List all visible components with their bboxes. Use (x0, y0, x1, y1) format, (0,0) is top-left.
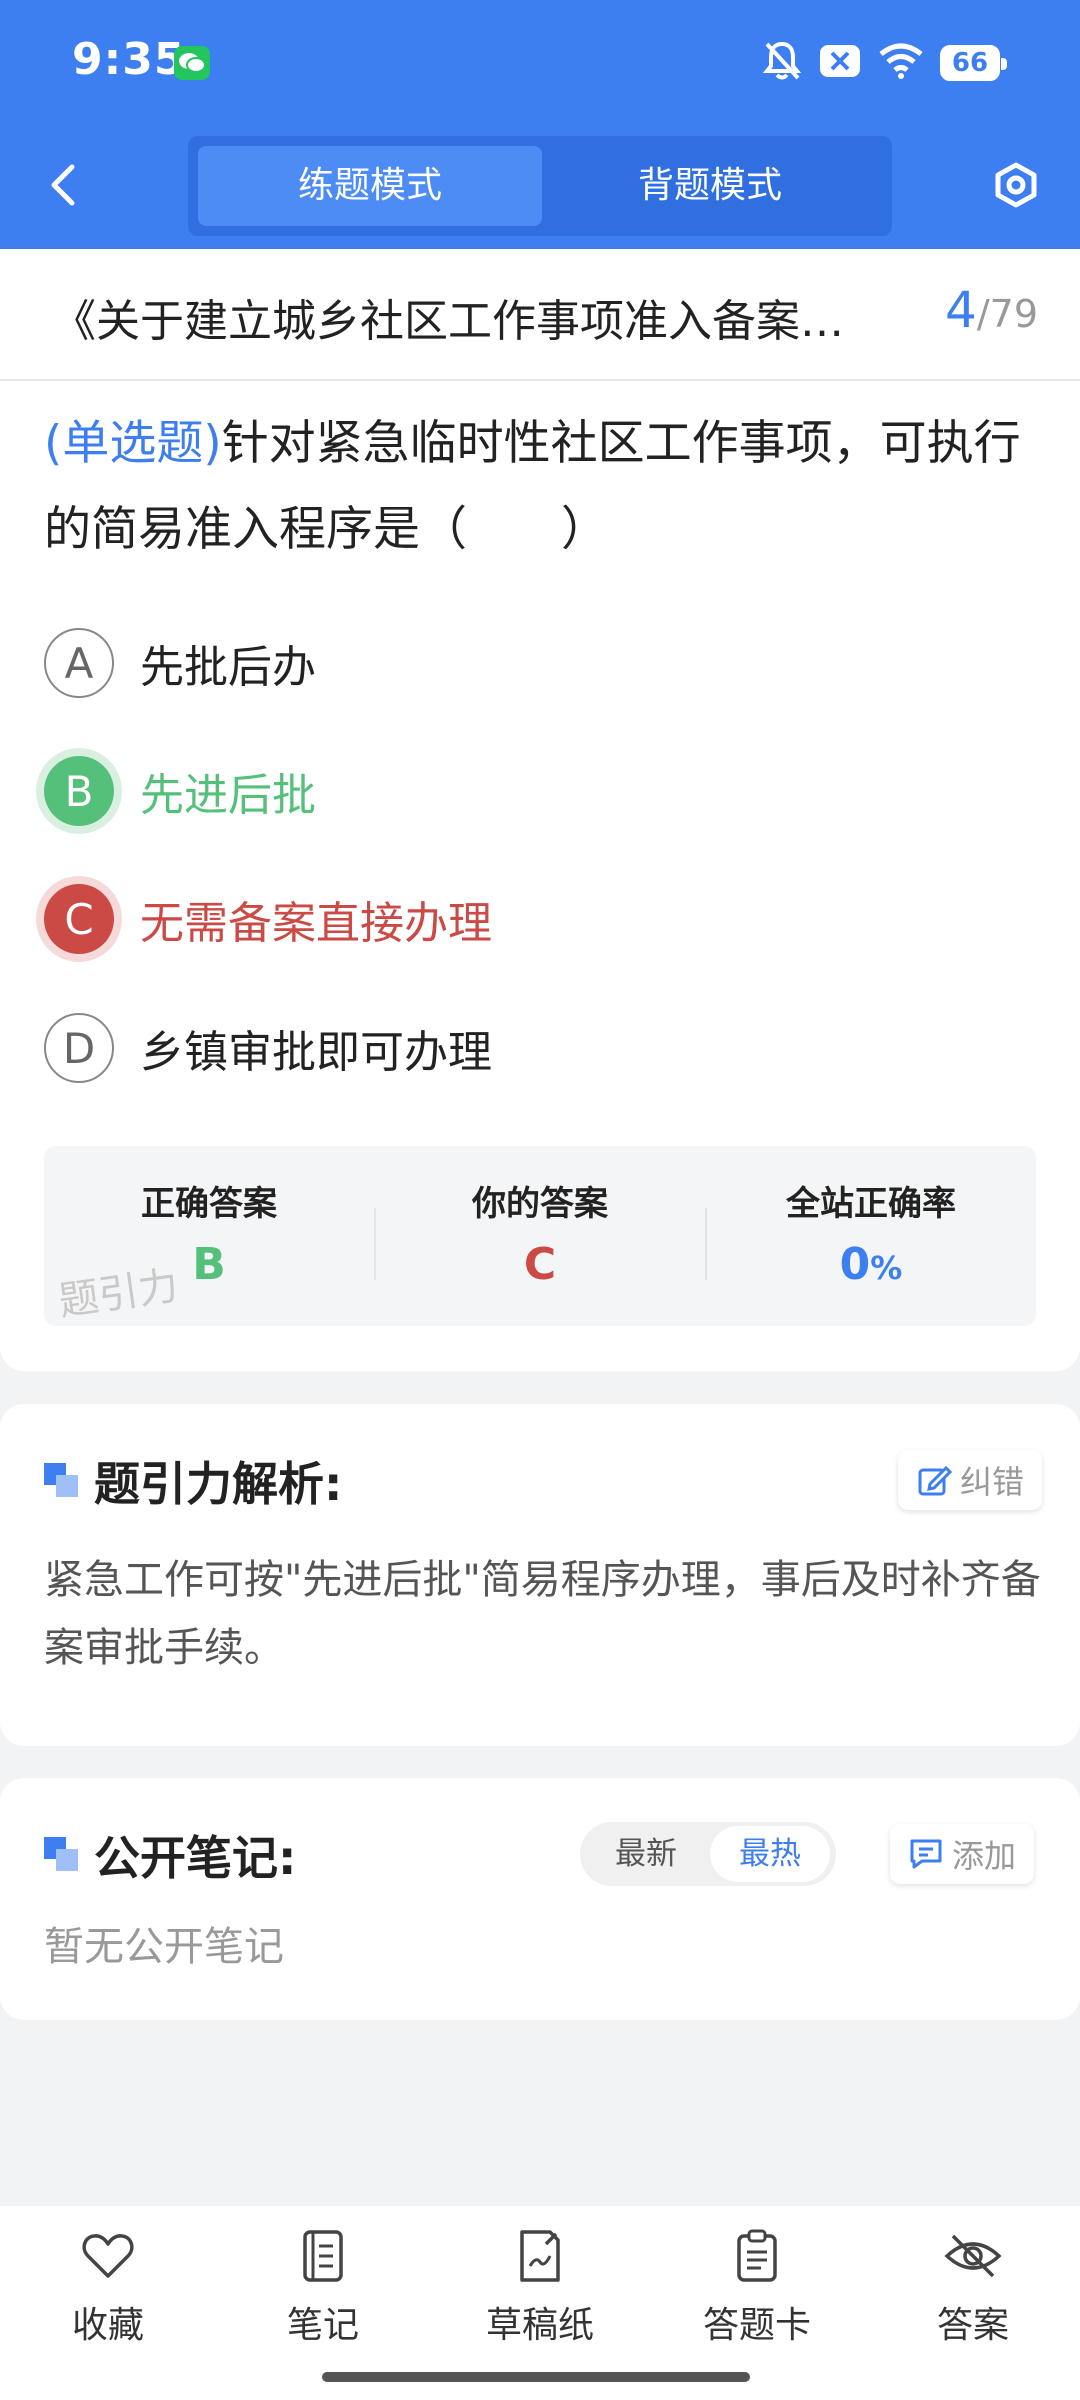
analysis-text: 紧急工作可按"先进后批"简易程序办理，事后及时补齐备案审批手续。 (44, 1557, 1041, 1671)
show-answer-button[interactable]: 答案 (898, 2226, 1048, 2348)
current-question-number: 4 (945, 281, 977, 339)
notebook-icon (303, 2230, 343, 2282)
eye-off-icon (944, 2234, 1002, 2278)
settings-button[interactable] (990, 155, 1042, 215)
bottom-toolbar: 收藏 笔记 草稿纸 答题卡 答案 (0, 2206, 1080, 2400)
option-a[interactable]: A 先批后办 (44, 621, 316, 705)
notes-label: 笔记 (286, 2305, 359, 2346)
heart-icon (82, 2234, 134, 2278)
site-accuracy-value: 0% (706, 1239, 1036, 1290)
question-counter: 4/79 (945, 281, 1038, 339)
show-answer-label: 答案 (936, 2305, 1009, 2346)
site-accuracy-column: 全站正确率 0% (706, 1146, 1036, 1326)
tab-memorize-mode[interactable]: 背题模式 (538, 146, 882, 226)
favorite-button[interactable]: 收藏 (33, 2226, 183, 2348)
question-text: (单选题)针对紧急临时性社区工作事项，可执行的简易准入程序是（ ） (44, 401, 1044, 573)
section-square-icon (44, 1463, 80, 1499)
report-error-label: 纠错 (960, 1463, 1025, 1501)
wechat-icon (174, 46, 210, 80)
favorite-label: 收藏 (71, 2305, 144, 2346)
option-letter: D (44, 1013, 114, 1083)
top-app-bar: 9:35 66 练题模式 背题模式 (0, 0, 1080, 249)
status-bar: 9:35 66 (0, 0, 1080, 125)
edit-icon (918, 1465, 952, 1496)
site-accuracy-label: 全站正确率 (786, 1184, 956, 1224)
tab-practice-mode[interactable]: 练题模式 (198, 146, 542, 226)
question-header: 《关于建立城乡社区工作事项准入备案… 4/79 (0, 249, 1080, 381)
status-icons: 66 (762, 38, 1007, 88)
hexagon-settings-icon (995, 162, 1037, 208)
scratch-paper-label: 草稿纸 (485, 2305, 594, 2346)
no-sim-icon (818, 43, 862, 83)
notes-sort-toggle: 最新 最热 (580, 1822, 836, 1886)
scratch-paper-icon (520, 2230, 560, 2282)
option-text: 先批后办 (140, 642, 316, 693)
status-time: 9:35 (72, 34, 186, 85)
add-note-label: 添加 (952, 1837, 1017, 1875)
comment-icon (910, 1839, 942, 1869)
notes-title: 公开笔记: (94, 1831, 297, 1885)
answer-card-button[interactable]: 答题卡 (682, 2226, 832, 2348)
notes-empty-state: 暂无公开笔记 (44, 1924, 284, 1970)
option-text: 先进后批 (140, 770, 316, 821)
mute-bell-icon (762, 40, 802, 86)
battery-indicator: 66 (940, 45, 1007, 81)
notes-heading: 公开笔记: (44, 1822, 296, 1888)
option-text: 乡镇审批即可办理 (140, 1027, 492, 1078)
option-letter: A (44, 628, 114, 698)
report-error-button[interactable]: 纠错 (898, 1450, 1043, 1510)
wifi-icon (878, 42, 924, 84)
chevron-left-icon (51, 164, 75, 206)
option-c[interactable]: C 无需备案直接办理 (44, 877, 492, 961)
option-letter: B (44, 756, 114, 826)
add-note-button[interactable]: 添加 (890, 1824, 1035, 1884)
correct-answer-label: 正确答案 (141, 1184, 277, 1224)
back-button[interactable] (40, 155, 88, 215)
analysis-card: 题引力解析: 纠错 紧急工作可按"先进后批"简易程序办理，事后及时补齐备案审批手… (0, 1404, 1080, 1746)
your-answer-label: 你的答案 (472, 1184, 608, 1224)
mode-switch: 练题模式 背题模式 (188, 136, 892, 236)
clipboard-icon (737, 2229, 777, 2282)
option-b[interactable]: B 先进后批 (44, 749, 316, 833)
scratch-paper-button[interactable]: 草稿纸 (465, 2226, 615, 2348)
document-title: 《关于建立城乡社区工作事项准入备案… (52, 296, 844, 347)
analysis-title: 题引力解析: (94, 1457, 343, 1511)
option-d[interactable]: D 乡镇审批即可办理 (44, 1006, 492, 1090)
notes-button[interactable]: 笔记 (248, 2226, 398, 2348)
sort-latest[interactable]: 最新 (586, 1826, 706, 1882)
notes-card: 公开笔记: 最新 最热 添加 暂无公开笔记 (0, 1778, 1080, 2020)
option-text: 无需备案直接办理 (140, 898, 492, 949)
analysis-heading: 题引力解析: (44, 1448, 342, 1514)
your-answer-value: C (523, 1239, 557, 1290)
question-card: (单选题)针对紧急临时性社区工作事项，可执行的简易准入程序是（ ） A 先批后办… (0, 381, 1080, 1371)
question-type: (单选题) (44, 416, 222, 471)
accuracy-unit: % (870, 1249, 903, 1287)
total-questions: /79 (976, 292, 1038, 336)
section-square-icon (44, 1837, 80, 1873)
accuracy-number: 0 (839, 1239, 871, 1290)
option-letter: C (44, 884, 114, 954)
answer-result-panel: 正确答案 B 你的答案 C 全站正确率 0% 题引力 (44, 1146, 1036, 1326)
home-indicator[interactable] (322, 2372, 750, 2382)
sort-hottest[interactable]: 最热 (710, 1826, 830, 1882)
answer-card-label: 答题卡 (702, 2305, 811, 2346)
your-answer-column: 你的答案 C (375, 1146, 705, 1326)
